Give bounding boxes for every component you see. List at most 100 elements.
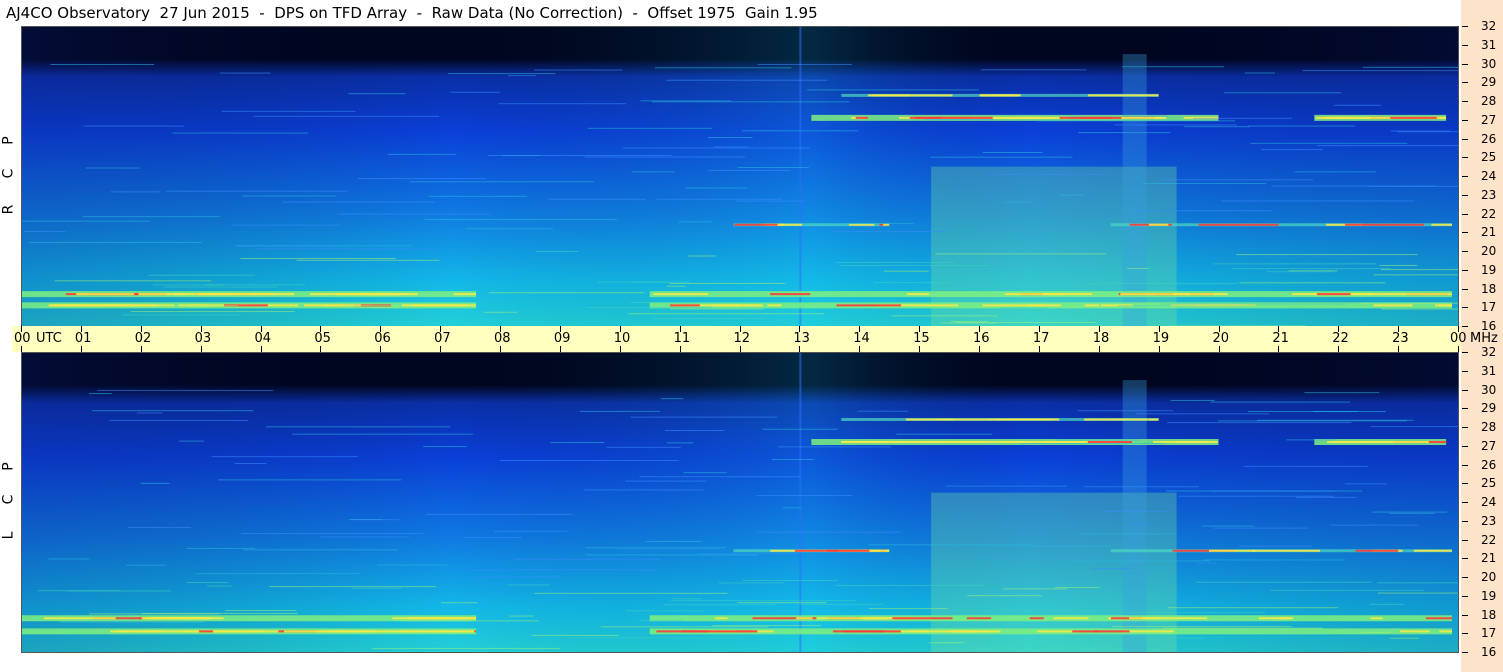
y-tick-label: 20 [1481,570,1497,584]
speckle-line [348,93,406,95]
speckle-line [1162,627,1323,629]
speckle-line [967,595,1043,597]
emission-hotspot [1355,549,1399,552]
y-tick-mark [1462,26,1468,27]
speckle-line [1217,420,1408,422]
speckle-line [166,190,348,192]
speckle-line [136,412,163,414]
y-tick-mark [1462,101,1468,102]
emission-hotspot [392,617,429,620]
polarization-letter: P [0,136,17,145]
speckle-line [742,580,838,582]
y-tick-mark [1462,614,1468,616]
x-tick-mark [919,346,921,352]
emission-hotspot [434,617,477,620]
speckle-line [1161,179,1313,181]
polarization-letter: L [0,531,17,540]
emission-hotspot [1053,617,1089,620]
emission-hotspot [1438,304,1453,307]
x-tick-label: 01 [74,331,92,346]
speckle-line [269,586,436,588]
x-tick-label: 15 [913,331,930,346]
y-tick-mark [1462,633,1468,635]
vertical-artifact [799,352,802,652]
emission-hotspot [1085,441,1132,443]
y-tick-label: 30 [1481,382,1497,397]
speckle-line [945,485,1067,487]
x-tick-label: 22 [1332,331,1349,346]
emission-hotspot [653,293,709,296]
emission-hotspot [1278,617,1291,620]
emission-hotspot [150,617,212,620]
emission-hotspot [1425,617,1453,620]
emission-hotspot [1431,223,1453,226]
emission-hotspot [1399,630,1430,633]
speckle-line [688,255,716,257]
emission-hotspot [1084,418,1148,421]
polarization-letter: C [0,168,17,179]
emission-hotspot [906,293,930,296]
x-tick-label: 06 [374,331,391,346]
speckle-line [1213,527,1309,529]
speckle-line [470,569,656,571]
x-tick-label: 10 [613,331,631,346]
speckle-line [97,389,274,391]
speckle-line [337,213,491,215]
speckle-line [507,75,537,77]
speckle-line [670,600,856,602]
speckle-line [645,541,702,543]
y-tick-label: 20 [1481,244,1497,258]
emission-hotspot [712,304,743,307]
y-tick-mark [1462,370,1468,372]
emission-hotspot [994,418,1060,421]
speckle-line [1167,422,1352,424]
speckle-line [292,433,473,435]
speckle-line [426,513,573,515]
speckle-line [924,119,994,121]
speckle-line [624,480,707,482]
emission-hotspot [453,293,477,296]
emission-hotspot [670,304,700,307]
speckle-line [1037,120,1235,122]
lcp-spectrogram [21,352,1458,652]
speckle-line [1344,483,1387,485]
y-tick-mark [1462,157,1468,159]
emission-hotspot [197,293,258,296]
x-tick-label: 14 [853,331,870,346]
speckle-line [835,584,984,586]
y-tick-label: 24 [1481,169,1497,183]
emission-hotspot [183,630,264,633]
y-tick-mark [1462,288,1468,290]
speckle-line [508,615,534,617]
y-tick-mark [1462,138,1468,140]
emission-hotspot [1198,223,1279,226]
speckle-line [1210,490,1336,492]
speckle-line [1170,399,1215,401]
speckle-line [535,251,579,253]
speckle-line [935,253,1106,255]
y-tick-label: 27 [1481,438,1497,453]
speckle-line [756,495,853,497]
speckle-line [1372,511,1448,513]
speckle-line [640,100,732,102]
y-tick-mark [1462,595,1468,597]
speckle-line [579,410,660,412]
emission-hotspot [1128,617,1208,620]
polarization-letter: C [0,494,17,505]
x-tick-mark [380,346,382,352]
x-tick-mark [619,346,621,352]
y-tick-label: 29 [1481,75,1497,90]
x-tick-label: 00 [1450,331,1467,346]
x-tick-mark [559,346,561,352]
vertical-artifact [799,26,802,326]
emission-hotspot [474,630,477,633]
y-tick-mark [1462,502,1468,503]
y-tick-mark [1462,269,1468,271]
chart-title: AJ4CO Observatory 27 Jun 2015 - DPS on T… [6,4,818,22]
speckle-line [671,598,702,600]
speckle-line [1092,567,1132,569]
emission-hotspot [715,617,728,620]
speckle-line [1167,607,1339,609]
speckle-line [1373,274,1458,276]
speckle-line [1286,439,1335,441]
